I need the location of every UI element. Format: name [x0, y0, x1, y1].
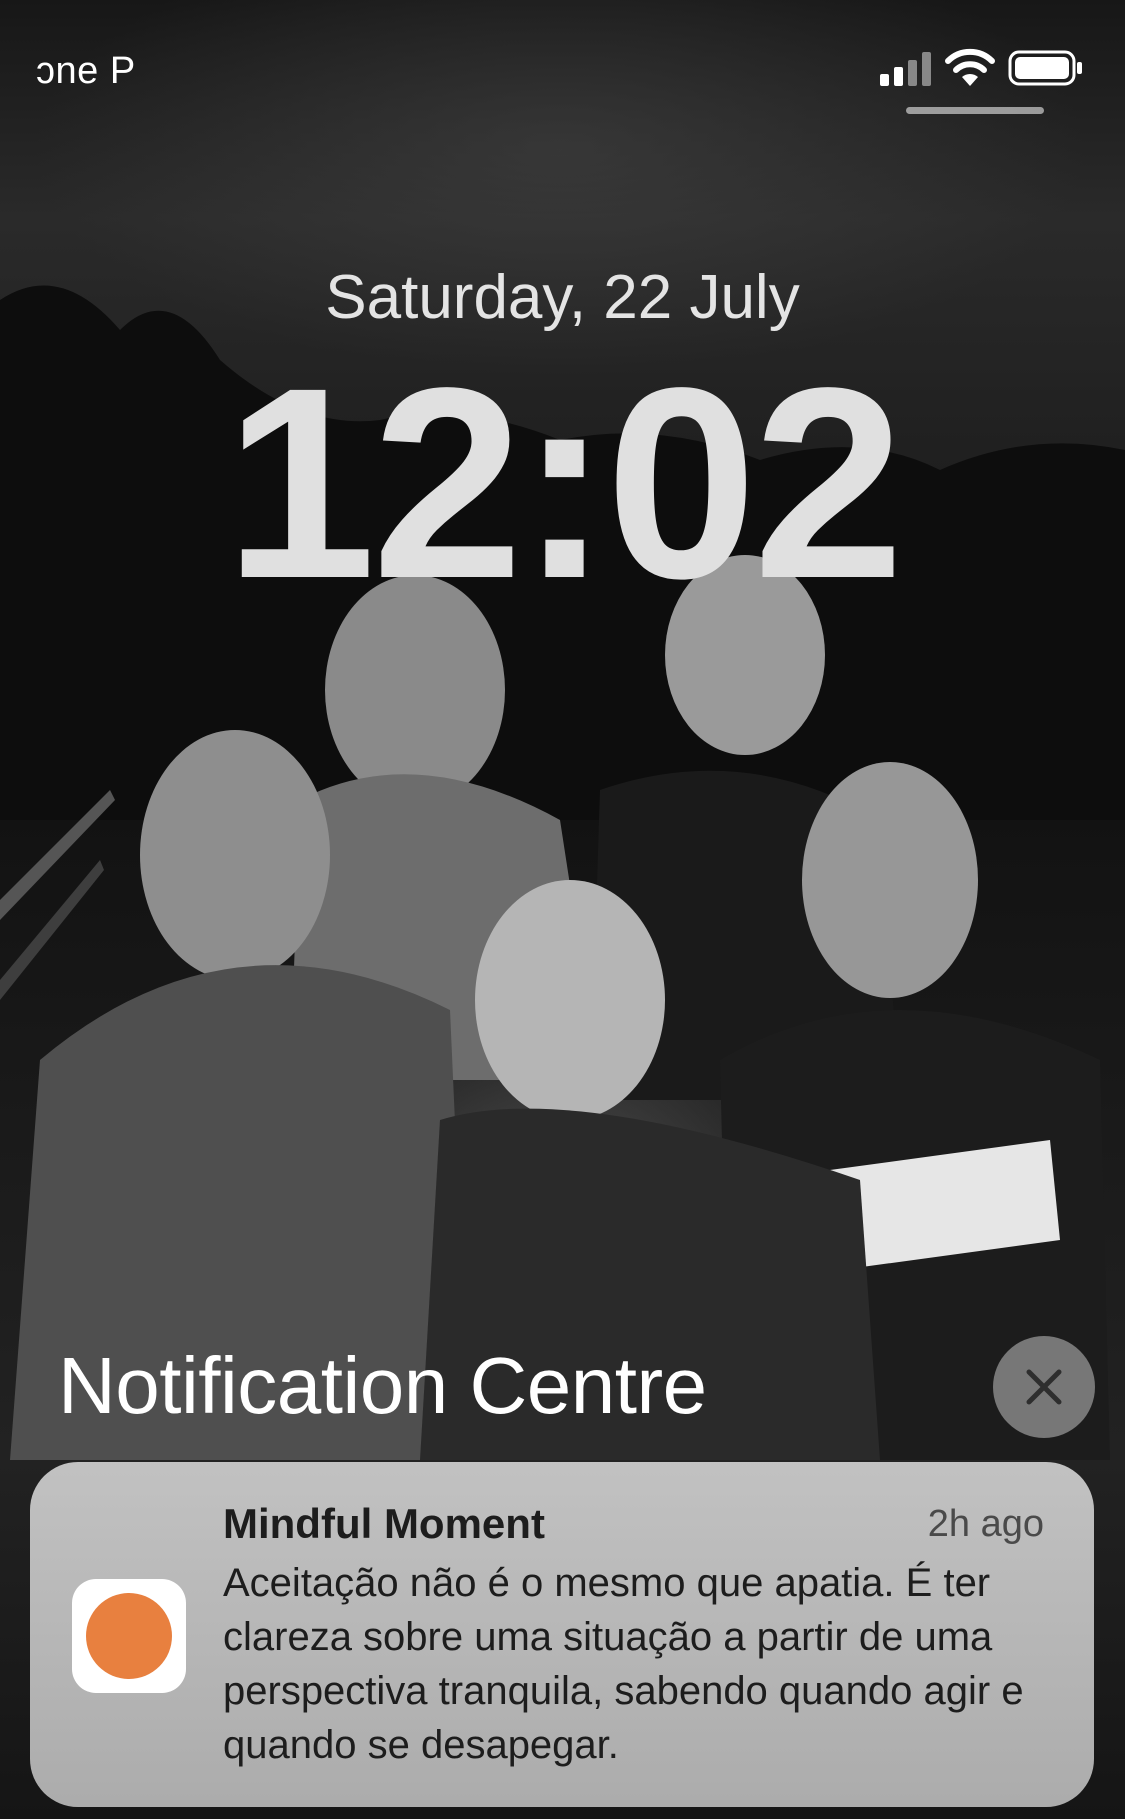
lock-date: Saturday, 22 July — [325, 263, 800, 332]
status-bar: ɔne P — [0, 0, 1125, 140]
app-icon-dot — [86, 1593, 172, 1679]
wifi-icon — [944, 48, 996, 93]
lock-time: 12:02 — [224, 331, 905, 635]
mindful-moment-app-icon — [72, 1579, 186, 1693]
notification-centre-title: Notification Centre — [58, 1341, 707, 1430]
lock-screen: ɔne P Saturday, 22 July 12:02 Notificati… — [0, 0, 1125, 1819]
close-icon — [1026, 1369, 1062, 1405]
notification-time: 2h ago — [927, 1503, 1044, 1545]
notification-card[interactable]: Mindful Moment 2h ago Aceitação não é o … — [30, 1462, 1094, 1807]
clear-notifications-button[interactable] — [993, 1336, 1095, 1438]
notification-app-name: Mindful Moment — [223, 1500, 545, 1547]
control-centre-handle[interactable] — [906, 107, 1044, 114]
battery-full-icon — [1008, 50, 1084, 91]
cellular-signal-icon — [880, 52, 934, 91]
notification-message: Aceitação não é o mesmo que apatia. É te… — [223, 1561, 1024, 1767]
carrier-name: ɔne P — [36, 50, 136, 92]
